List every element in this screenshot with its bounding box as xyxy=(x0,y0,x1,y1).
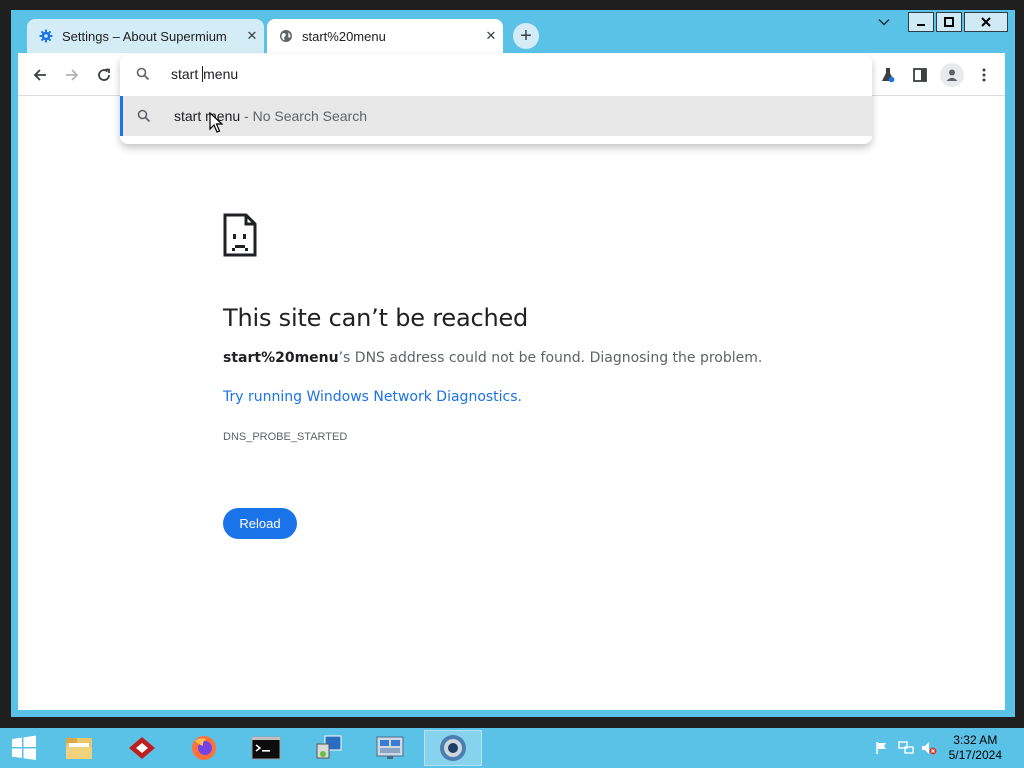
suggestion-query: start menu xyxy=(174,108,241,124)
minimize-button[interactable] xyxy=(908,12,934,32)
search-icon xyxy=(137,109,151,126)
suggestion-suffix: - No Search Search xyxy=(240,108,367,124)
more-vertical-icon xyxy=(982,68,986,82)
folder-icon xyxy=(66,738,92,759)
error-description: start%20menu’s DNS address could not be … xyxy=(223,350,762,366)
mouse-pointer-icon xyxy=(209,112,223,133)
omnibox-dropdown: start menu start menu - No Search Search xyxy=(120,54,872,144)
side-panel-icon xyxy=(913,68,927,82)
close-icon[interactable]: ✕ xyxy=(240,28,264,44)
control-panel-icon xyxy=(316,735,342,759)
volume-muted-icon[interactable] xyxy=(921,740,937,756)
tab-search-chevron-icon[interactable] xyxy=(874,12,894,32)
address-text-before-cursor: start xyxy=(171,66,203,82)
start-button[interactable] xyxy=(0,730,48,766)
firefox-icon xyxy=(192,736,216,760)
system-clock[interactable]: 3:32 AM 5/17/2024 xyxy=(949,733,1002,763)
file-explorer-button[interactable] xyxy=(52,730,106,766)
forward-button[interactable] xyxy=(60,63,84,87)
error-host: start%20menu xyxy=(223,350,339,366)
filezilla-icon xyxy=(129,737,155,759)
gear-icon xyxy=(39,29,53,43)
labs-button[interactable] xyxy=(876,63,900,87)
error-title: This site can’t be reached xyxy=(223,304,529,332)
windows-logo-icon xyxy=(12,735,36,760)
search-icon xyxy=(136,67,150,84)
supermium-button[interactable] xyxy=(424,730,482,766)
filezilla-button[interactable] xyxy=(115,730,169,766)
profile-button[interactable] xyxy=(940,63,964,87)
network-diagnostics-link[interactable]: Try running Windows Network Diagnostics. xyxy=(223,389,522,405)
close-icon[interactable]: ✕ xyxy=(479,28,503,44)
firefox-button[interactable] xyxy=(177,730,231,766)
omnibox-suggestion[interactable]: start menu - No Search Search xyxy=(120,96,872,136)
page-content: This site can’t be reached start%20menu’… xyxy=(18,96,1005,710)
maximize-button[interactable] xyxy=(936,12,962,32)
error-message: ’s DNS address could not be found. Diagn… xyxy=(338,350,763,366)
new-tab-button[interactable]: + xyxy=(513,23,539,49)
network-icon[interactable] xyxy=(898,740,914,756)
side-panel-button[interactable] xyxy=(908,63,932,87)
tab-title: Settings – About Supermium xyxy=(62,28,227,44)
command-prompt-button[interactable] xyxy=(239,730,293,766)
sad-document-icon xyxy=(223,213,257,257)
reload-button[interactable]: Reload xyxy=(223,508,297,539)
back-arrow-icon xyxy=(33,69,46,81)
tab-start-menu[interactable]: start%20menu ✕ xyxy=(267,19,503,53)
control-panel-button[interactable] xyxy=(302,730,356,766)
tab-settings[interactable]: Settings – About Supermium ✕ xyxy=(27,19,264,53)
menu-button[interactable] xyxy=(972,63,996,87)
refresh-icon xyxy=(98,68,110,81)
taskbar: 3:32 AM 5/17/2024 xyxy=(0,728,1024,768)
supermium-icon xyxy=(440,735,466,761)
server-manager-button[interactable] xyxy=(363,730,417,766)
back-button[interactable] xyxy=(28,63,52,87)
address-input[interactable]: start menu xyxy=(120,54,872,94)
clock-time: 3:32 AM xyxy=(953,733,998,747)
error-code: DNS_PROBE_STARTED xyxy=(223,431,348,443)
address-text-after-cursor: menu xyxy=(203,66,239,82)
reload-toolbar-button[interactable] xyxy=(92,63,116,87)
tab-title: start%20menu xyxy=(302,28,386,44)
globe-icon xyxy=(279,29,293,43)
terminal-icon xyxy=(251,736,281,760)
clock-date: 5/17/2024 xyxy=(948,748,1002,762)
action-center-flag-icon[interactable] xyxy=(874,740,890,756)
server-manager-icon xyxy=(376,736,404,759)
flask-icon xyxy=(882,68,895,83)
forward-arrow-icon xyxy=(66,69,79,81)
profile-icon xyxy=(946,69,958,81)
close-window-button[interactable] xyxy=(964,12,1008,32)
